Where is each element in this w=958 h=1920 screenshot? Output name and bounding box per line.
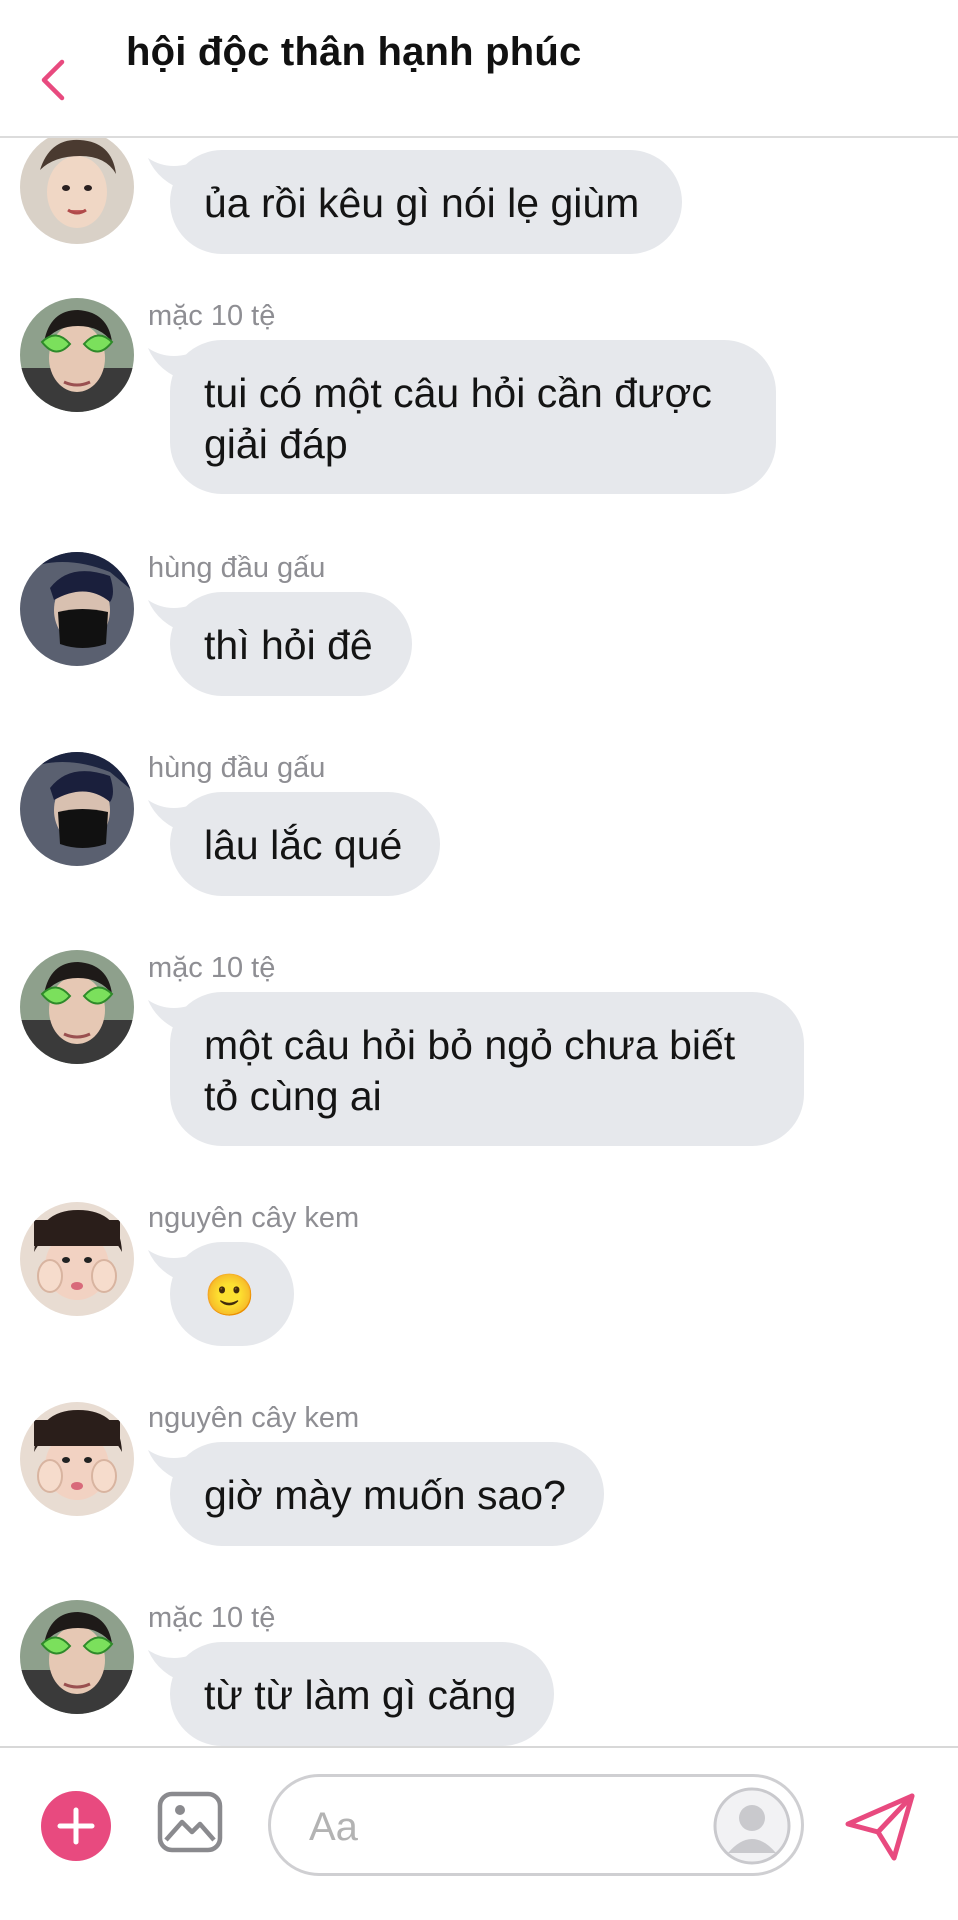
avatar[interactable] xyxy=(20,752,134,866)
send-button[interactable] xyxy=(842,1788,918,1864)
send-icon xyxy=(845,1793,915,1861)
message-text: thì hỏi đê xyxy=(204,622,373,668)
message-bubble[interactable]: một câu hỏi bỏ ngỏ chưa biết tỏ cùng ai xyxy=(170,992,804,1146)
message-text: một câu hỏi bỏ ngỏ chưa biết tỏ cùng ai xyxy=(204,1022,736,1119)
message-bubble[interactable]: lâu lắc qué xyxy=(170,792,440,896)
chat-title: hội độc thân hạnh phúc xyxy=(126,30,582,74)
message-text: từ từ làm gì căng xyxy=(204,1672,517,1718)
avatar[interactable] xyxy=(20,298,134,412)
message-bubble[interactable]: tui có một câu hỏi cần được giải đáp xyxy=(170,340,776,494)
sender-name: mặc 10 tệ xyxy=(148,1602,276,1634)
message-bubble[interactable]: thì hỏi đê xyxy=(170,592,412,696)
message-input[interactable] xyxy=(307,1799,691,1855)
message-input-container[interactable] xyxy=(268,1774,804,1876)
sticker-button[interactable] xyxy=(713,1787,791,1865)
image-icon xyxy=(157,1791,223,1853)
avatar[interactable] xyxy=(20,138,134,244)
avatar[interactable] xyxy=(20,950,134,1064)
avatar[interactable] xyxy=(20,1402,134,1516)
sender-name: nguyên cây kem xyxy=(148,1202,360,1234)
message-bubble[interactable]: từ từ làm gì căng xyxy=(170,1642,554,1746)
message-emoji: 🙂 xyxy=(204,1272,256,1318)
message-composer xyxy=(0,1746,958,1920)
back-button[interactable] xyxy=(28,48,84,112)
sender-name: mặc 10 tệ xyxy=(148,300,276,332)
message-text: lâu lắc qué xyxy=(204,822,403,868)
message-text: tui có một câu hỏi cần được giải đáp xyxy=(204,370,712,467)
message-text: ủa rồi kêu gì nói lẹ giùm xyxy=(204,180,640,226)
chat-header: hội độc thân hạnh phúc xyxy=(0,0,958,138)
message-bubble[interactable]: giờ mày muốn sao? xyxy=(170,1442,604,1546)
chevron-left-icon xyxy=(41,59,65,101)
message-text: giờ mày muốn sao? xyxy=(204,1472,566,1518)
chat-screen: hội độc thân hạnh phúc ủa rồi kêu gì nói… xyxy=(0,0,958,1920)
add-button[interactable] xyxy=(40,1790,112,1862)
sender-name: hùng đầu gấu xyxy=(148,552,326,584)
sender-name: hùng đầu gấu xyxy=(148,752,326,784)
sender-name: nguyên cây kem xyxy=(148,1402,360,1434)
avatar[interactable] xyxy=(20,1600,134,1714)
message-bubble[interactable]: ủa rồi kêu gì nói lẹ giùm xyxy=(170,150,682,254)
profile-sticker-icon xyxy=(713,1787,791,1865)
sender-name: mặc 10 tệ xyxy=(148,952,276,984)
message-bubble[interactable]: 🙂 xyxy=(170,1242,294,1346)
plus-circle-icon xyxy=(41,1791,111,1861)
message-list[interactable]: ủa rồi kêu gì nói lẹ giùm mặc 10 tệ tui … xyxy=(0,138,958,1746)
image-button[interactable] xyxy=(156,1788,224,1856)
avatar[interactable] xyxy=(20,1202,134,1316)
avatar[interactable] xyxy=(20,552,134,666)
